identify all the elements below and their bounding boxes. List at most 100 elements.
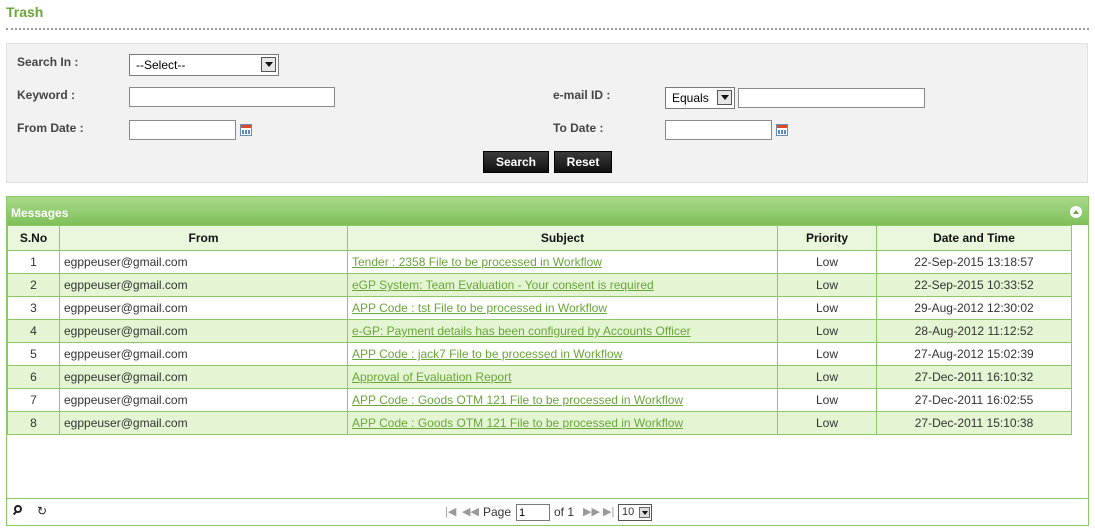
email-input[interactable] <box>738 88 925 108</box>
pager-bar: ↻ |◀ ◀◀ Page of 1 ▶▶ ▶| 10 <box>7 498 1088 525</box>
to-date-input[interactable] <box>665 120 772 140</box>
table-row[interactable]: 6 egppeuser@gmail.com Approval of Evalua… <box>7 365 1072 389</box>
reset-button[interactable]: Reset <box>554 151 612 173</box>
search-panel: Search In : --Select-- Keyword : e-mail … <box>6 43 1088 183</box>
cell-sno: 1 <box>7 250 60 274</box>
cell-subject: APP Code : Goods OTM 121 File to be proc… <box>347 411 778 435</box>
cell-datetime: 27-Dec-2011 16:10:32 <box>876 365 1072 389</box>
cell-priority: Low <box>777 250 877 274</box>
next-page-icon[interactable]: ▶▶ <box>583 505 600 518</box>
table-row[interactable]: 5 egppeuser@gmail.com APP Code : jack7 F… <box>7 342 1072 366</box>
rows-per-page-select[interactable]: 10 <box>618 504 652 521</box>
calendar-icon[interactable] <box>240 124 252 136</box>
cell-from: egppeuser@gmail.com <box>59 273 348 297</box>
grid-caption: Messages <box>11 206 69 220</box>
table-row[interactable]: 2 egppeuser@gmail.com eGP System: Team E… <box>7 273 1072 297</box>
column-header-priority[interactable]: Priority <box>777 225 877 251</box>
from-date-label: From Date : <box>17 121 84 135</box>
page-label: Page <box>483 505 512 519</box>
cell-datetime: 22-Sep-2015 13:18:57 <box>876 250 1072 274</box>
table-row[interactable]: 1 egppeuser@gmail.com Tender : 2358 File… <box>7 250 1072 274</box>
cell-sno: 2 <box>7 273 60 297</box>
last-page-icon[interactable]: ▶| <box>603 505 614 518</box>
column-header-sno[interactable]: S.No <box>7 225 60 251</box>
chevron-down-icon <box>639 507 650 518</box>
cell-subject: e-GP: Payment details has been configure… <box>347 319 778 343</box>
cell-from: egppeuser@gmail.com <box>59 319 348 343</box>
subject-link[interactable]: APP Code : tst File to be processed in W… <box>352 301 607 315</box>
subject-link[interactable]: Approval of Evaluation Report <box>352 370 511 384</box>
cell-priority: Low <box>777 342 877 366</box>
cell-priority: Low <box>777 296 877 320</box>
page-input[interactable] <box>516 504 550 521</box>
subject-link[interactable]: APP Code : jack7 File to be processed in… <box>352 347 622 361</box>
cell-sno: 3 <box>7 296 60 320</box>
search-in-value: --Select-- <box>136 58 186 72</box>
search-in-select[interactable]: --Select-- <box>129 54 279 76</box>
cell-from: egppeuser@gmail.com <box>59 411 348 435</box>
column-header-datetime[interactable]: Date and Time <box>876 225 1072 251</box>
messages-grid: Messages S.No From Subject Priority Date… <box>6 196 1089 526</box>
table-header-row: S.No From Subject Priority Date and Time <box>7 225 1072 251</box>
email-label: e-mail ID : <box>553 88 611 102</box>
cell-sno: 8 <box>7 411 60 435</box>
calendar-icon[interactable] <box>776 124 788 136</box>
search-button[interactable]: Search <box>483 151 549 173</box>
email-operator-value: Equals <box>672 91 709 105</box>
subject-link[interactable]: Tender : 2358 File to be processed in Wo… <box>352 255 602 269</box>
table-row[interactable]: 7 egppeuser@gmail.com APP Code : Goods O… <box>7 388 1072 412</box>
page-title: Trash <box>6 4 44 20</box>
cell-from: egppeuser@gmail.com <box>59 365 348 389</box>
table-row[interactable]: 4 egppeuser@gmail.com e-GP: Payment deta… <box>7 319 1072 343</box>
chevron-down-icon <box>261 57 276 72</box>
collapse-up-icon[interactable] <box>1070 206 1082 218</box>
cell-datetime: 27-Dec-2011 16:02:55 <box>876 388 1072 412</box>
cell-subject: APP Code : Goods OTM 121 File to be proc… <box>347 388 778 412</box>
cell-subject: APP Code : tst File to be processed in W… <box>347 296 778 320</box>
cell-from: egppeuser@gmail.com <box>59 296 348 320</box>
cell-subject: APP Code : jack7 File to be processed in… <box>347 342 778 366</box>
cell-priority: Low <box>777 273 877 297</box>
first-page-icon[interactable]: |◀ <box>445 505 456 518</box>
subject-link[interactable]: APP Code : Goods OTM 121 File to be proc… <box>352 393 683 407</box>
subject-link[interactable]: e-GP: Payment details has been configure… <box>352 324 691 338</box>
cell-sno: 5 <box>7 342 60 366</box>
search-icon[interactable] <box>14 505 22 513</box>
grid-caption-bar: Messages <box>7 197 1088 225</box>
keyword-input[interactable] <box>129 87 335 107</box>
cell-subject: Tender : 2358 File to be processed in Wo… <box>347 250 778 274</box>
cell-from: egppeuser@gmail.com <box>59 250 348 274</box>
cell-sno: 7 <box>7 388 60 412</box>
cell-priority: Low <box>777 411 877 435</box>
cell-from: egppeuser@gmail.com <box>59 342 348 366</box>
cell-from: egppeuser@gmail.com <box>59 388 348 412</box>
cell-subject: Approval of Evaluation Report <box>347 365 778 389</box>
email-operator-select[interactable]: Equals <box>665 87 735 109</box>
cell-datetime: 22-Sep-2015 10:33:52 <box>876 273 1072 297</box>
cell-priority: Low <box>777 319 877 343</box>
column-header-subject[interactable]: Subject <box>347 225 778 251</box>
cell-sno: 4 <box>7 319 60 343</box>
subject-link[interactable]: eGP System: Team Evaluation - Your conse… <box>352 278 654 292</box>
prev-page-icon[interactable]: ◀◀ <box>462 505 479 518</box>
to-date-label: To Date : <box>553 121 604 135</box>
search-in-label: Search In : <box>17 55 79 69</box>
cell-datetime: 27-Aug-2012 15:02:39 <box>876 342 1072 366</box>
cell-priority: Low <box>777 365 877 389</box>
cell-priority: Low <box>777 388 877 412</box>
subject-link[interactable]: APP Code : Goods OTM 121 File to be proc… <box>352 416 683 430</box>
cell-datetime: 28-Aug-2012 11:12:52 <box>876 319 1072 343</box>
table-row[interactable]: 8 egppeuser@gmail.com APP Code : Goods O… <box>7 411 1072 435</box>
refresh-icon[interactable]: ↻ <box>37 504 47 518</box>
rows-per-page-value: 10 <box>622 506 635 518</box>
page-count: of 1 <box>554 505 575 519</box>
cell-subject: eGP System: Team Evaluation - Your conse… <box>347 273 778 297</box>
from-date-input[interactable] <box>129 120 236 140</box>
keyword-label: Keyword : <box>17 88 76 102</box>
column-header-from[interactable]: From <box>59 225 348 251</box>
chevron-down-icon <box>717 90 732 105</box>
cell-sno: 6 <box>7 365 60 389</box>
messages-table: S.No From Subject Priority Date and Time… <box>7 225 1072 435</box>
cell-datetime: 29-Aug-2012 12:30:02 <box>876 296 1072 320</box>
table-row[interactable]: 3 egppeuser@gmail.com APP Code : tst Fil… <box>7 296 1072 320</box>
